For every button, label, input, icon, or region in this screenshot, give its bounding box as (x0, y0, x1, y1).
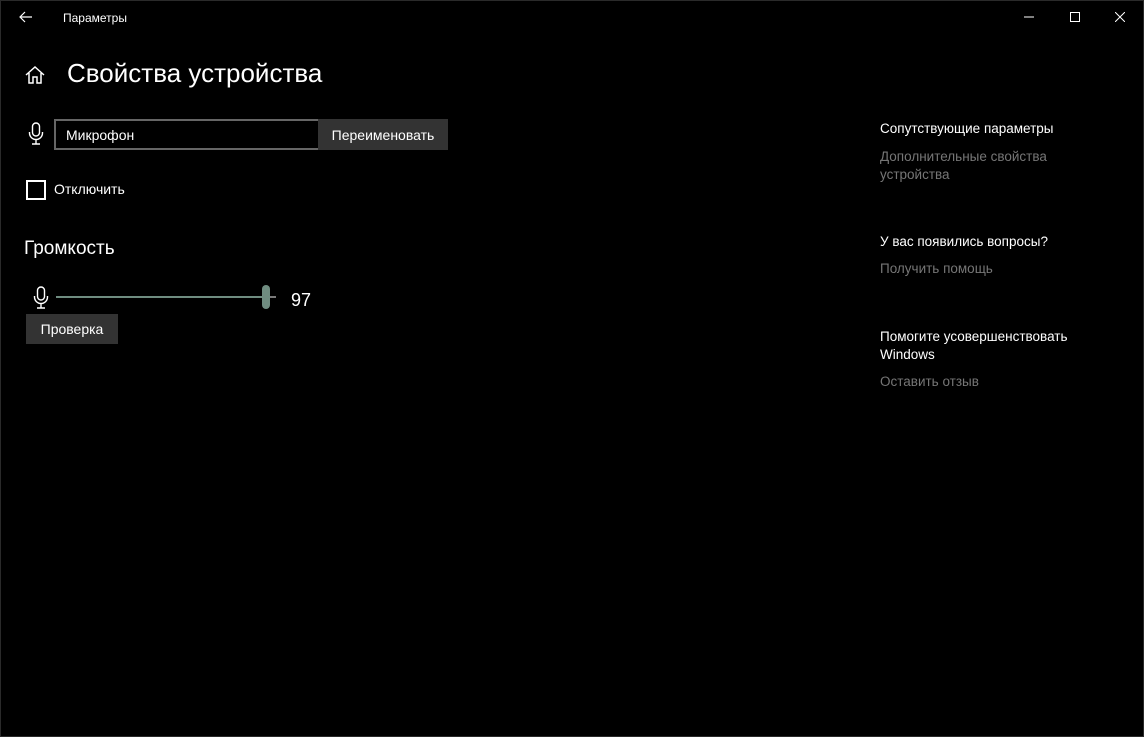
settings-window: Параметры Свойства устройства Переим (0, 0, 1144, 737)
home-icon[interactable] (23, 63, 47, 87)
disable-checkbox[interactable] (26, 180, 46, 200)
volume-slider-thumb[interactable] (262, 285, 270, 309)
give-feedback-link[interactable]: Оставить отзыв (880, 373, 1100, 391)
test-button[interactable]: Проверка (26, 314, 118, 344)
volume-slider[interactable] (56, 285, 276, 309)
rename-button[interactable]: Переименовать (318, 119, 448, 150)
related-settings-heading: Сопутствующие параметры (880, 121, 1054, 136)
minimize-button[interactable] (1006, 1, 1052, 33)
microphone-icon (27, 122, 45, 146)
back-button[interactable] (9, 3, 43, 31)
app-title: Параметры (63, 11, 127, 25)
volume-slider-fill (56, 296, 266, 298)
maximize-button[interactable] (1052, 1, 1098, 33)
additional-device-properties-link[interactable]: Дополнительные свойства устройства (880, 148, 1100, 184)
improve-windows-heading: Помогите усовершенствовать Windows (880, 329, 1068, 362)
close-icon (1115, 12, 1125, 22)
volume-value: 97 (291, 290, 312, 310)
page-title: Свойства устройства (67, 58, 323, 88)
title-bar: Параметры (1, 1, 1143, 33)
device-name-input[interactable] (54, 119, 334, 150)
maximize-icon (1070, 12, 1080, 22)
close-button[interactable] (1097, 1, 1143, 33)
questions-heading: У вас появились вопросы? (880, 234, 1048, 249)
back-arrow-icon (19, 11, 32, 23)
get-help-link[interactable]: Получить помощь (880, 260, 1100, 278)
volume-heading: Громкость (24, 238, 115, 259)
minimize-icon (1024, 16, 1034, 18)
volume-microphone-icon (32, 286, 50, 310)
disable-checkbox-label[interactable]: Отключить (54, 181, 125, 197)
